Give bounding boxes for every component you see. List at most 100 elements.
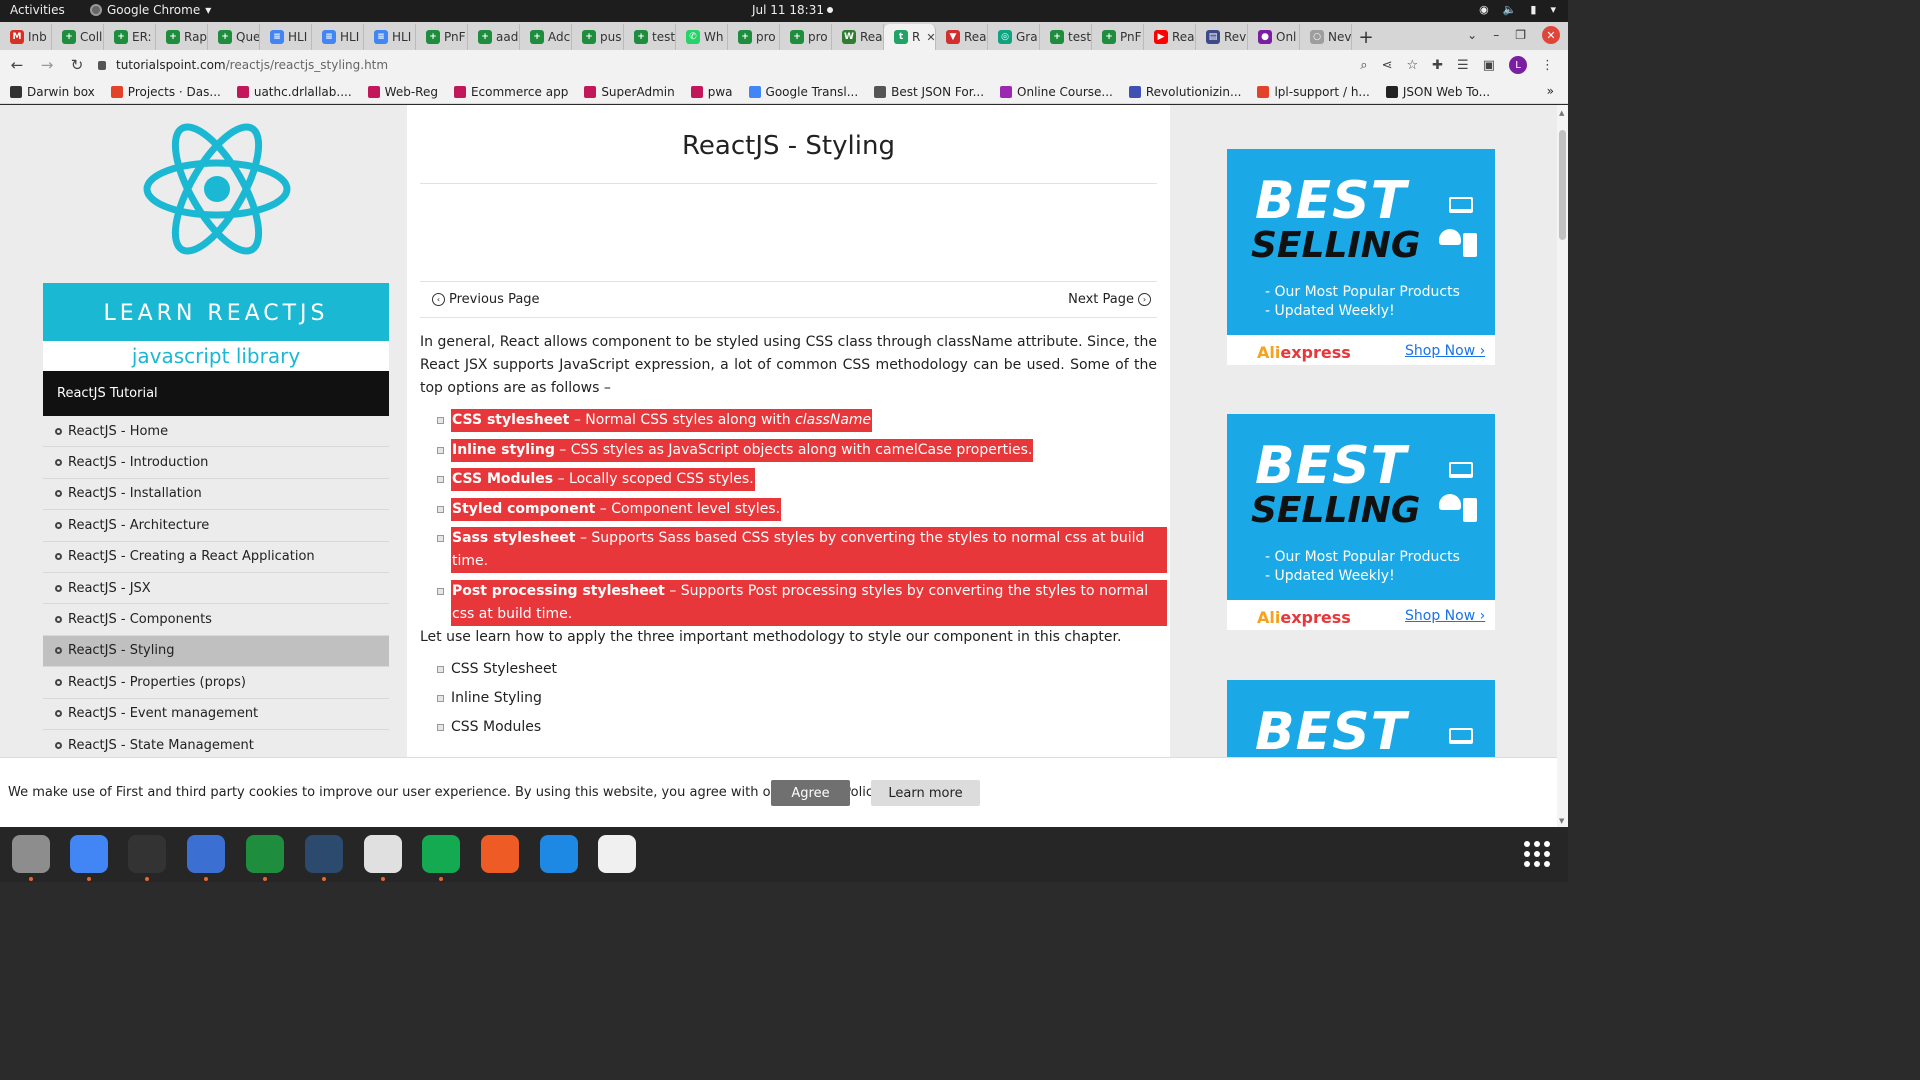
browser-tab[interactable]: + Rap [156,24,208,50]
forward-icon[interactable]: → [34,56,60,74]
back-icon[interactable]: ← [4,56,30,74]
page-scrollbar[interactable]: ▲ ▼ [1557,105,1568,827]
minimize-icon[interactable]: – [1493,28,1499,42]
bookmark-item[interactable]: Google Transl... [748,85,858,99]
browser-tab[interactable]: ▤ Rev [1196,24,1248,50]
bookmark-item[interactable]: lpl-support / h... [1257,85,1370,99]
dbeaver-icon[interactable] [305,835,343,873]
next-page-link[interactable]: Next Page › [1068,292,1151,307]
browser-tab[interactable]: + pro [780,24,832,50]
shop-now-link[interactable]: Shop Now › [1405,608,1485,624]
postman-icon[interactable] [481,835,519,873]
lock-icon[interactable] [98,60,106,70]
close-window-icon[interactable]: ✕ [1542,26,1560,44]
share-icon[interactable]: ⋖ [1382,58,1393,73]
vscode-icon[interactable] [540,835,578,873]
browser-tab[interactable]: + test [624,24,676,50]
more-bookmarks-icon[interactable]: » [1547,84,1554,98]
bullet-icon [55,521,62,529]
learn-more-button[interactable]: Learn more [871,780,980,806]
sidebar-nav-item[interactable]: ReactJS - Styling [43,635,389,668]
advertisement[interactable]: BEST SELLING - Our Most Popular Products… [1227,149,1495,365]
tab-search-icon[interactable]: ⌄ [1467,28,1477,42]
browser-tab[interactable]: + pro [728,24,780,50]
zoom-icon[interactable]: ⌕ [1360,58,1367,73]
bookmark-item[interactable]: Web-Reg [367,85,438,99]
browser-tab[interactable]: + pus [572,24,624,50]
document-viewer-icon[interactable] [364,835,402,873]
shop-now-link[interactable]: Shop Now › [1405,343,1485,359]
browser-tab[interactable]: ○ Nev [1300,24,1352,50]
new-tab-button[interactable]: + [1352,24,1380,50]
restore-icon[interactable]: ❐ [1515,28,1526,42]
browser-tab[interactable]: + Que [208,24,260,50]
sidebar-nav-item[interactable]: ReactJS - Components [43,604,389,636]
browser-tab[interactable]: ◎ Gra [988,24,1040,50]
browser-tab[interactable]: + ER: [104,24,156,50]
previous-page-link[interactable]: ‹ Previous Page [432,292,540,307]
media-icon[interactable]: ☰ [1457,58,1469,73]
mongodb-compass-icon[interactable] [422,835,460,873]
bookmark-item[interactable]: Darwin box [10,85,95,99]
more-menu-icon[interactable]: ⋮ [1541,58,1554,73]
browser-tab[interactable]: W Rea [832,24,884,50]
sidebar-nav-item[interactable]: ReactJS - Architecture [43,510,389,542]
bookmark-item[interactable]: JSON Web To... [1385,85,1490,99]
browser-tab[interactable]: t R ✕ [884,24,936,50]
app-menu[interactable]: Google Chrome ▾ [90,3,211,17]
extensions-icon[interactable]: ✚ [1432,58,1443,73]
activities-button[interactable]: Activities [10,3,65,17]
bookmark-item[interactable]: Revolutionizin... [1128,85,1241,99]
bookmark-item[interactable]: Best JSON For... [874,85,984,99]
sidebar-nav-item[interactable]: ReactJS - JSX [43,573,389,605]
browser-tab[interactable]: ● Onl [1248,24,1300,50]
scroll-up-icon[interactable]: ▲ [1559,109,1564,117]
chrome-icon[interactable] [70,835,108,873]
sidebar-nav-item[interactable]: ReactJS - Event management [43,699,389,730]
clock[interactable]: Jul 11 18:31 [752,3,824,17]
browser-tab[interactable]: + PnF [416,24,468,50]
terminal-icon[interactable] [128,835,166,873]
browser-tab[interactable]: + Adc [520,24,572,50]
browser-tab[interactable]: ✆ Wh [676,24,728,50]
browser-tab[interactable]: + aad [468,24,520,50]
browser-tab[interactable]: ≡ HLI [312,24,364,50]
browser-tab[interactable]: ≡ HLI [364,24,416,50]
agree-button[interactable]: Agree [771,780,850,806]
tab-close-icon[interactable]: ✕ [926,31,935,44]
browser-tab[interactable]: ≡ HLI [260,24,312,50]
address-bar[interactable]: tutorialspoint.com/reactjs/reactjs_styli… [88,53,1338,77]
browser-tab[interactable]: + Coll [52,24,104,50]
bookmark-item[interactable]: Online Course... [1000,85,1113,99]
sidebar-nav-item[interactable]: ReactJS - Introduction [43,447,389,479]
sidebar-nav-item[interactable]: ReactJS - Installation [43,479,389,511]
bookmark-item[interactable]: pwa [690,85,733,99]
profile-avatar[interactable]: L [1509,56,1527,74]
system-tray[interactable]: ◉ 🔈 ▮ ▾ [1479,3,1556,16]
advertisement[interactable]: BEST SELLING - Our Most Popular Products… [1227,414,1495,630]
bookmark-item[interactable]: SuperAdmin [584,85,675,99]
bookmark-item[interactable]: uathc.drlallab.... [236,85,352,99]
sidebar-nav-item[interactable]: ReactJS - Creating a React Application [43,542,389,573]
gimp-icon[interactable] [598,835,636,873]
sidebar-nav-item[interactable]: ReactJS - Home [43,416,389,448]
browser-tab[interactable]: ▶ Rea [1144,24,1196,50]
bookmark-favicon-icon [874,85,887,98]
browser-tab[interactable]: + PnF [1092,24,1144,50]
scroll-down-icon[interactable]: ▼ [1559,817,1564,825]
bookmark-item[interactable]: Projects · Das... [110,85,221,99]
chat-icon[interactable] [246,835,284,873]
show-apps-icon[interactable] [1524,841,1550,867]
side-panel-icon[interactable]: ▣ [1483,58,1495,73]
tutorial-sidebar: LEARN REACTJS javascript library ReactJS… [43,105,389,827]
browser-tab[interactable]: M Inb [0,24,52,50]
bookmark-item[interactable]: Ecommerce app [453,85,568,99]
scrollbar-thumb[interactable] [1559,130,1566,240]
files-icon[interactable] [12,835,50,873]
sidebar-nav-item[interactable]: ReactJS - Properties (props) [43,667,389,699]
text-editor-icon[interactable] [187,835,225,873]
browser-tab[interactable]: + test [1040,24,1092,50]
reload-icon[interactable]: ↻ [64,56,90,74]
browser-tab[interactable]: ▼ Rea [936,24,988,50]
bookmark-star-icon[interactable]: ☆ [1406,58,1418,73]
